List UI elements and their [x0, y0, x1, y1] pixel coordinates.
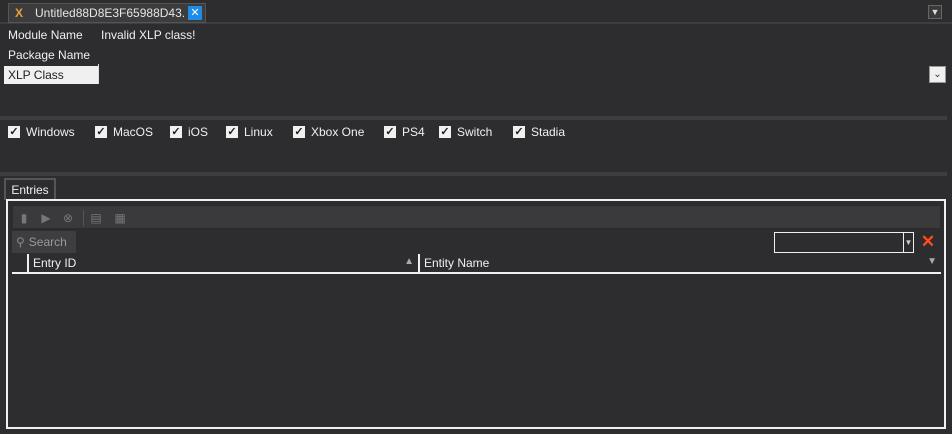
- search-label: Search: [28, 235, 67, 249]
- document-tab-title: Untitled88D8E3F65988D43...: [35, 6, 185, 20]
- platform-checkbox-ps4[interactable]: ✓ PS4: [384, 124, 425, 140]
- checkbox[interactable]: ✓: [384, 126, 396, 138]
- platform-checkbox-linux[interactable]: ✓ Linux: [226, 124, 273, 140]
- xlp-class-combobox[interactable]: [98, 64, 928, 84]
- platform-checkbox-stadia[interactable]: ✓ Stadia: [513, 124, 565, 140]
- checkbox[interactable]: ✓: [439, 126, 451, 138]
- section-divider: [0, 172, 947, 176]
- checkbox[interactable]: ✓: [226, 126, 238, 138]
- platform-label: Xbox One: [311, 125, 365, 139]
- section-divider: [0, 116, 947, 120]
- search-icon: ⚲: [16, 235, 25, 249]
- platform-checkbox-macos[interactable]: ✓ MacOS: [95, 124, 153, 140]
- platform-checkbox-ios[interactable]: ✓ iOS: [170, 124, 208, 140]
- sort-ascending-icon: ▲: [404, 256, 414, 267]
- entries-panel: ▮ ▶ ⊗ ▤ ▦ ⚲ Search ▼ ✕ Entry ID ▲ Entity…: [6, 199, 946, 429]
- copy-icon[interactable]: ▤: [89, 211, 103, 225]
- module-name-value: Invalid XLP class!: [101, 28, 196, 42]
- delete-row-icon[interactable]: ⊗: [61, 211, 75, 225]
- xlp-file-icon: X: [15, 6, 24, 20]
- platform-label: PS4: [402, 125, 425, 139]
- platform-checkbox-switch[interactable]: ✓ Switch: [439, 124, 492, 140]
- platform-label: Windows: [26, 125, 75, 139]
- row-header-column[interactable]: [12, 254, 29, 272]
- checkbox[interactable]: ✓: [95, 126, 107, 138]
- entries-toolbar: ▮ ▶ ⊗ ▤ ▦: [12, 205, 941, 229]
- xlp-class-dropdown-button[interactable]: ⌄: [929, 66, 946, 83]
- platform-label: Linux: [244, 125, 273, 139]
- checkbox[interactable]: ✓: [513, 126, 525, 138]
- platform-checkbox-windows[interactable]: ✓ Windows: [8, 124, 75, 140]
- platform-label: iOS: [188, 125, 209, 139]
- column-header-entity-name[interactable]: Entity Name ▼: [420, 254, 941, 272]
- platform-label: Switch: [457, 125, 493, 139]
- checkbox[interactable]: ✓: [293, 126, 305, 138]
- column-label: Entry ID: [33, 256, 77, 270]
- checkbox[interactable]: ✓: [170, 126, 182, 138]
- column-filter-icon[interactable]: ▼: [927, 256, 937, 267]
- checkbox[interactable]: ✓: [8, 126, 20, 138]
- search-dropdown-button[interactable]: ▼: [904, 232, 914, 253]
- insert-row-icon[interactable]: ▶: [39, 211, 53, 225]
- add-row-icon[interactable]: ▮: [17, 211, 31, 225]
- column-label: Entity Name: [424, 256, 490, 270]
- clear-search-icon[interactable]: ✕: [920, 232, 936, 252]
- close-tab-button[interactable]: ✕: [188, 6, 202, 20]
- platform-checkbox-xbox-one[interactable]: ✓ Xbox One: [293, 124, 364, 140]
- column-header-entry-id[interactable]: Entry ID ▲: [29, 254, 420, 272]
- package-name-label: Package Name: [8, 48, 91, 62]
- tab-entries[interactable]: Entries: [4, 178, 56, 200]
- xlp-class-label: XLP Class: [4, 66, 98, 84]
- entries-grid-body[interactable]: [12, 276, 941, 426]
- platform-label: MacOS: [113, 125, 154, 139]
- document-tab-strip: X Untitled88D8E3F65988D43... ✕ ▼: [0, 0, 952, 24]
- search-input[interactable]: [774, 232, 904, 253]
- document-tab[interactable]: X Untitled88D8E3F65988D43... ✕: [8, 3, 206, 23]
- platform-label: Stadia: [531, 125, 566, 139]
- toolbar-separator: [83, 210, 84, 226]
- paste-icon[interactable]: ▦: [113, 211, 127, 225]
- entries-grid-header: Entry ID ▲ Entity Name ▼: [12, 254, 941, 274]
- search-button[interactable]: ⚲ Search: [12, 231, 76, 253]
- dropdown-menu-icon[interactable]: ▼: [928, 5, 942, 19]
- module-name-label: Module Name: [8, 28, 83, 42]
